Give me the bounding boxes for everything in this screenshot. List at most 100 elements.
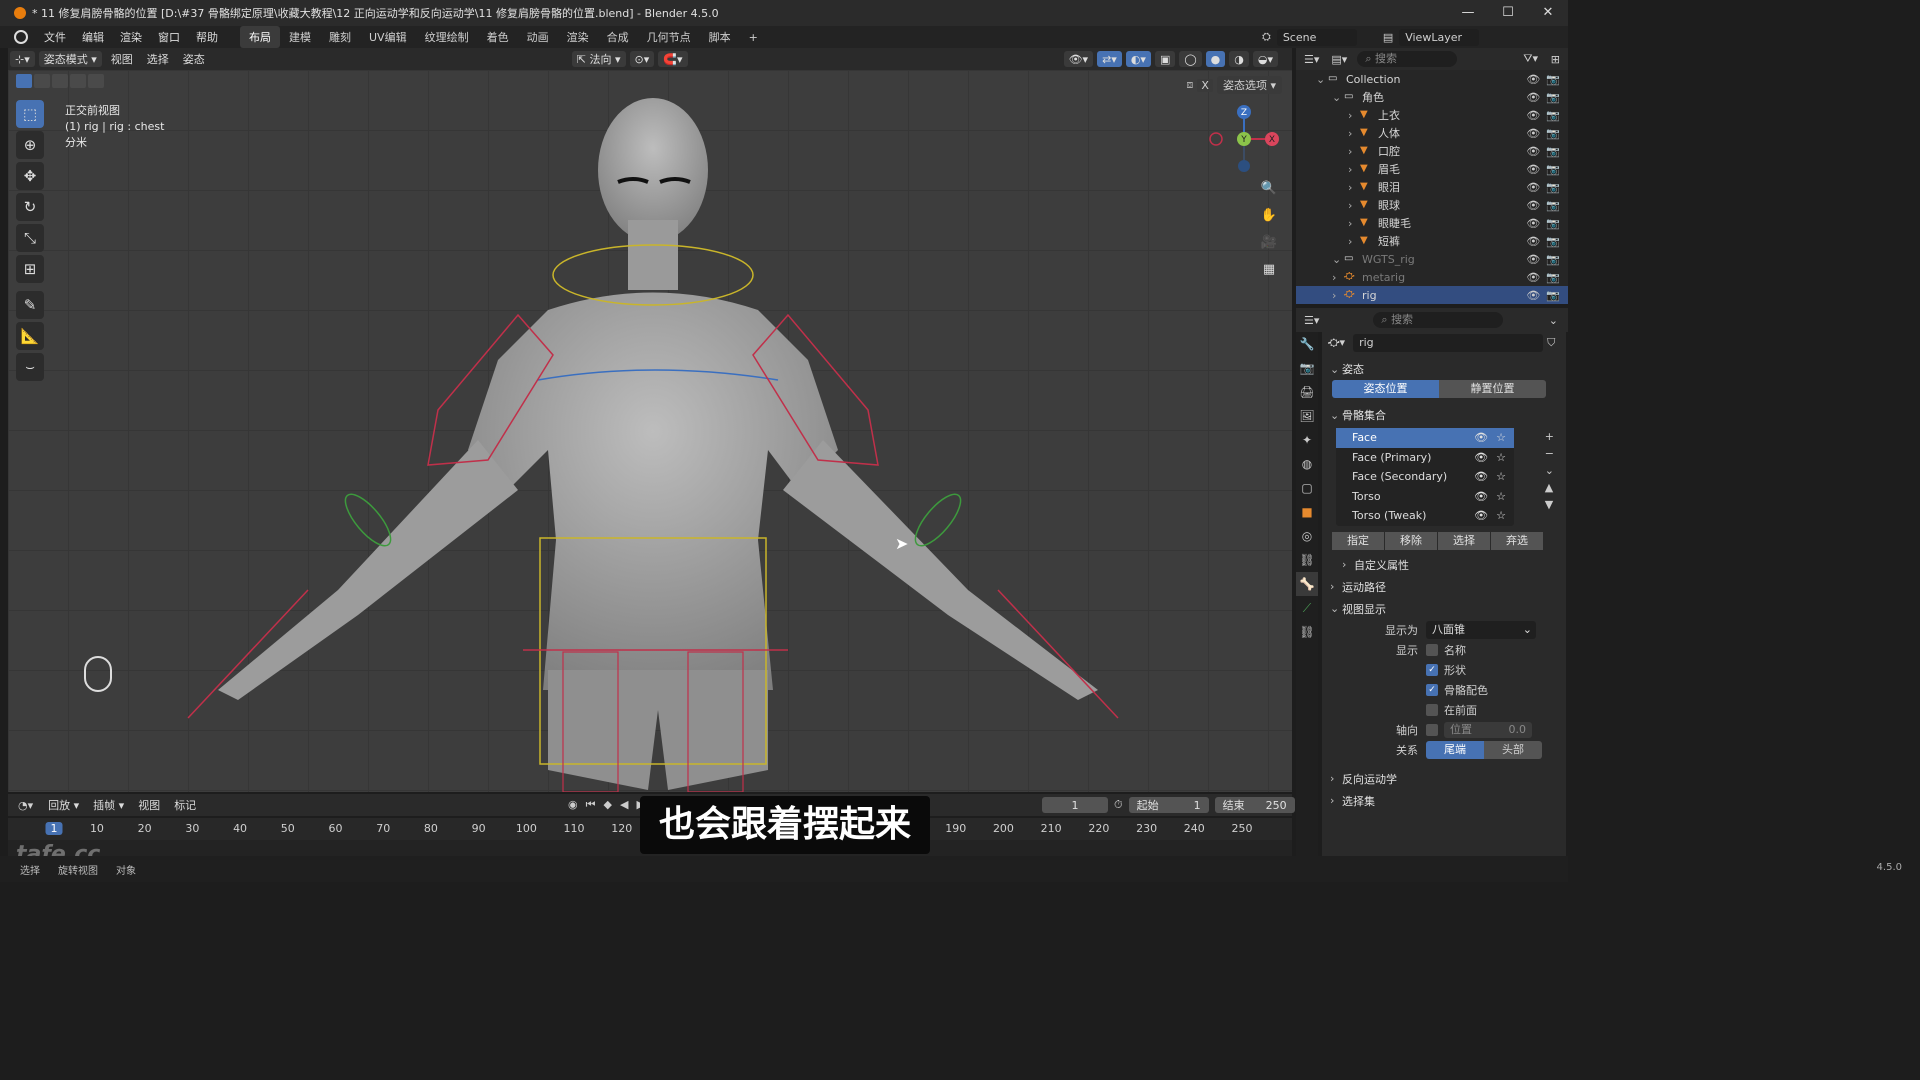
- tab-scripting[interactable]: 脚本: [700, 26, 740, 48]
- select-button[interactable]: 选择: [1438, 531, 1490, 550]
- collection-menu-icon[interactable]: ⌄: [1545, 464, 1554, 477]
- visibility-eye-icon[interactable]: 👁: [1526, 163, 1540, 176]
- view-layer-tab-icon[interactable]: 🖼: [1296, 404, 1318, 428]
- outliner-editor-icon[interactable]: ☰▾: [1304, 53, 1319, 66]
- menu-help[interactable]: 帮助: [188, 29, 226, 45]
- render-camera-icon[interactable]: 📷: [1546, 253, 1560, 266]
- motion-paths-header[interactable]: › 运动路径: [1322, 576, 1566, 598]
- relax-icon[interactable]: ⌣: [16, 353, 44, 381]
- scale-icon[interactable]: ⤡: [16, 224, 44, 252]
- render-camera-icon[interactable]: 📷: [1546, 163, 1560, 176]
- collection-visibility-icon[interactable]: 👁: [1474, 451, 1488, 464]
- display-as-dropdown[interactable]: 八面锥 ⌄: [1426, 620, 1536, 639]
- tab-animation[interactable]: 动画: [518, 26, 558, 48]
- expand-arrow-icon[interactable]: ⌄: [1332, 253, 1344, 266]
- custom-properties-header[interactable]: › 自定义属性: [1322, 554, 1566, 576]
- menu-pose[interactable]: 姿态: [176, 51, 212, 67]
- select-extend-button[interactable]: [34, 74, 50, 88]
- collection-visibility-icon[interactable]: 👁: [1474, 431, 1488, 444]
- add-collection-icon[interactable]: +: [1545, 430, 1554, 443]
- filter-icon[interactable]: ⛛▾: [1523, 52, 1538, 66]
- solo-star-icon[interactable]: ☆: [1496, 431, 1506, 444]
- play-reverse-icon[interactable]: ◀: [620, 798, 628, 812]
- bone-collection-item[interactable]: Face (Primary) 👁 ☆: [1336, 448, 1514, 468]
- collection-visibility-icon[interactable]: 👁: [1474, 490, 1488, 503]
- tab-shading[interactable]: 着色: [478, 26, 518, 48]
- expand-arrow-icon[interactable]: ⌄: [1332, 91, 1344, 104]
- bone-constraint-tab-icon[interactable]: ⛓: [1296, 620, 1318, 644]
- axes-checkbox[interactable]: [1426, 723, 1438, 736]
- jump-start-icon[interactable]: ⏮: [586, 798, 596, 812]
- clock-icon[interactable]: ⏱: [1114, 798, 1123, 812]
- zoom-icon[interactable]: 🔍: [1258, 178, 1280, 200]
- expand-arrow-icon[interactable]: ⌄: [1316, 73, 1328, 86]
- selection-sets-header[interactable]: › 选择集: [1322, 790, 1566, 812]
- current-frame-field[interactable]: 1: [1042, 797, 1108, 813]
- shapes-checkbox[interactable]: ✓: [1426, 663, 1438, 676]
- tab-layout[interactable]: 布局: [240, 26, 280, 48]
- expand-arrow-icon[interactable]: ›: [1348, 145, 1360, 158]
- cursor-icon[interactable]: ⊕: [16, 131, 44, 159]
- menu-edit[interactable]: 编辑: [74, 29, 112, 45]
- expand-arrow-icon[interactable]: ›: [1348, 217, 1360, 230]
- new-collection-icon[interactable]: ⊞: [1551, 53, 1560, 66]
- collection-visibility-icon[interactable]: 👁: [1474, 470, 1488, 483]
- bone-colors-checkbox[interactable]: ✓: [1426, 683, 1438, 696]
- tab-rendering[interactable]: 渲染: [558, 26, 598, 48]
- bone-tab-icon[interactable]: ⟋: [1296, 596, 1318, 620]
- menu-render[interactable]: 渲染: [112, 29, 150, 45]
- add-workspace-button[interactable]: +: [740, 28, 767, 47]
- world-tab-icon[interactable]: ◍: [1296, 452, 1318, 476]
- bone-collections-header[interactable]: ⌄ 骨骼集合: [1322, 404, 1566, 426]
- gizmo-toggle-button[interactable]: ⇄▾: [1097, 51, 1122, 67]
- visibility-eye-icon[interactable]: 👁: [1526, 289, 1540, 302]
- outliner-row[interactable]: › ▼ 眼球 👁 📷: [1296, 196, 1568, 214]
- viewport-display-header[interactable]: ⌄ 视图显示: [1322, 598, 1566, 620]
- assign-button[interactable]: 指定: [1332, 531, 1384, 550]
- properties-options-icon[interactable]: ⌄: [1549, 314, 1558, 327]
- move-icon[interactable]: ✥: [16, 162, 44, 190]
- object-tab-icon[interactable]: ■: [1296, 500, 1318, 524]
- expand-arrow-icon[interactable]: ›: [1348, 127, 1360, 140]
- render-camera-icon[interactable]: 📷: [1546, 91, 1560, 104]
- transform-icon[interactable]: ⊞: [16, 255, 44, 283]
- expand-arrow-icon[interactable]: ›: [1348, 199, 1360, 212]
- expand-arrow-icon[interactable]: ›: [1348, 163, 1360, 176]
- output-tab-icon[interactable]: 🖨: [1296, 380, 1318, 404]
- visibility-eye-icon[interactable]: 👁: [1526, 73, 1540, 86]
- shading-solid-button[interactable]: ●: [1205, 51, 1226, 67]
- collection-tab-icon[interactable]: ▢: [1296, 476, 1318, 500]
- menu-view[interactable]: 视图: [104, 51, 140, 67]
- menu-keying[interactable]: 插帧 ▾: [86, 797, 131, 813]
- object-name-field[interactable]: rig: [1353, 334, 1544, 352]
- bone-collection-item[interactable]: Face 👁 ☆: [1336, 428, 1514, 448]
- scene-selector[interactable]: Scene: [1276, 28, 1357, 46]
- expand-arrow-icon[interactable]: ›: [1332, 289, 1344, 302]
- tab-uv-editing[interactable]: UV编辑: [360, 26, 416, 48]
- select-invert-button[interactable]: [70, 74, 86, 88]
- render-camera-icon[interactable]: 📷: [1546, 145, 1560, 158]
- solo-star-icon[interactable]: ☆: [1496, 470, 1506, 483]
- bone-collection-item[interactable]: Torso 👁 ☆: [1336, 487, 1514, 507]
- bone-collection-item[interactable]: Face (Secondary) 👁 ☆: [1336, 467, 1514, 487]
- collection-visibility-icon[interactable]: 👁: [1474, 509, 1488, 522]
- xray-button[interactable]: ▣: [1154, 51, 1176, 67]
- render-camera-icon[interactable]: 📷: [1546, 217, 1560, 230]
- scene-tab-icon[interactable]: ✦: [1296, 428, 1318, 452]
- outliner-row[interactable]: › ⛮ rig 👁 📷: [1296, 286, 1568, 304]
- menu-file[interactable]: 文件: [36, 29, 74, 45]
- select-new-button[interactable]: [16, 74, 32, 88]
- outliner-search-field[interactable]: ⌕ 搜索: [1357, 51, 1458, 67]
- tab-geometry-nodes[interactable]: 几何节点: [638, 26, 700, 48]
- visibility-eye-icon[interactable]: 👁: [1526, 127, 1540, 140]
- shading-rendered-button[interactable]: ◒▾: [1252, 51, 1278, 67]
- render-camera-icon[interactable]: 📷: [1546, 235, 1560, 248]
- 3d-viewport[interactable]: ⬚ ⊕ ✥ ↻ ⤡ ⊞ ✎ 📐 ⌣ 正交前视图 (1) rig | rig : chest 分米…: [8, 70, 1292, 792]
- tool-tab-icon[interactable]: 🔧: [1296, 332, 1318, 356]
- outliner-row[interactable]: ⌄ ▭ WGTS_rig 👁 📷: [1296, 250, 1568, 268]
- menu-marker[interactable]: 标记: [167, 797, 203, 813]
- visibility-button[interactable]: 👁▾: [1063, 51, 1094, 67]
- select-box-icon[interactable]: ⬚: [16, 100, 44, 128]
- outliner-row[interactable]: › ▼ 眼泪 👁 📷: [1296, 178, 1568, 196]
- axes-position-field[interactable]: 位置 0.0: [1444, 721, 1532, 738]
